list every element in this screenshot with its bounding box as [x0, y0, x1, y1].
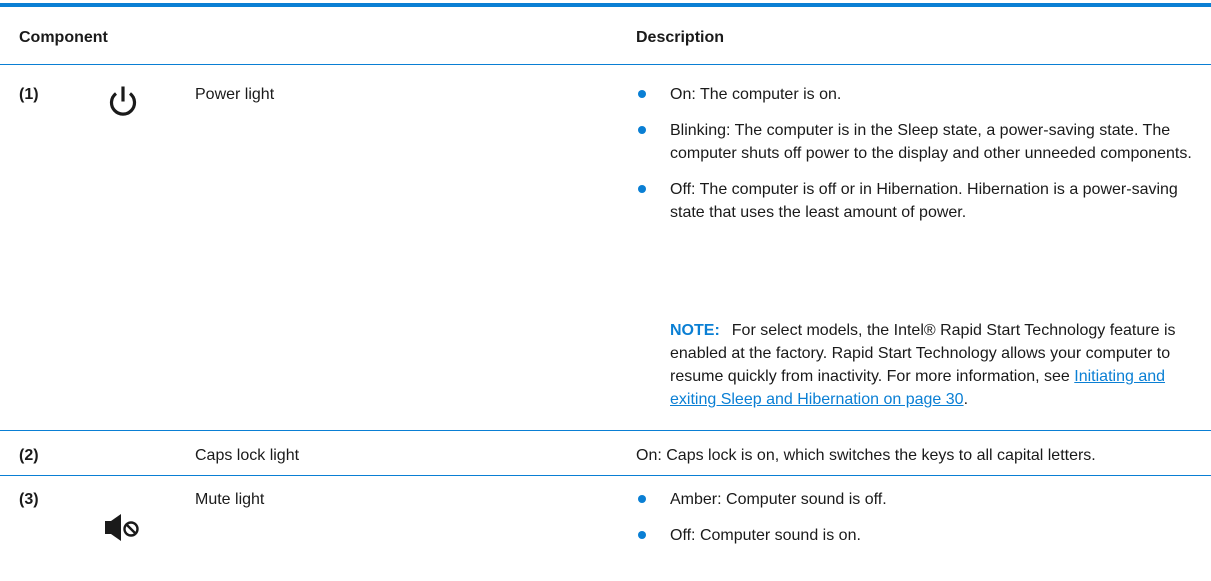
description-list: On: The computer is on. Blinking: The co… — [636, 83, 1196, 237]
row-number: (1) — [19, 86, 39, 103]
description-list: Amber: Computer sound is off. Off: Compu… — [636, 488, 1196, 560]
column-header-description: Description — [636, 29, 725, 46]
component-name: Power light — [195, 86, 275, 103]
list-item: Amber: Computer sound is off. — [636, 488, 1196, 511]
power-icon — [105, 84, 141, 125]
component-name: Caps lock light — [195, 447, 300, 464]
bullet-icon — [638, 126, 646, 134]
component-description: On: Caps lock is on, which switches the … — [636, 447, 1096, 464]
list-item: On: The computer is on. — [636, 83, 1196, 106]
list-item: Blinking: The computer is in the Sleep s… — [636, 119, 1196, 165]
row-number: (3) — [19, 491, 39, 508]
bullet-icon — [638, 495, 646, 503]
bullet-icon — [638, 90, 646, 98]
row-number: (2) — [19, 447, 39, 464]
list-item: Off: The computer is off or in Hibernati… — [636, 178, 1196, 224]
bullet-icon — [638, 531, 646, 539]
list-item: Off: Computer sound is on. — [636, 524, 1196, 547]
note-label: NOTE: — [670, 322, 720, 339]
bullet-icon — [638, 185, 646, 193]
row-divider — [0, 475, 1211, 476]
component-name: Mute light — [195, 491, 265, 508]
note-block: NOTE: For select models, the Intel® Rapid… — [670, 322, 1176, 408]
table-header: Component Description — [0, 7, 1211, 65]
row-divider — [0, 430, 1211, 431]
column-header-component: Component — [19, 29, 108, 46]
mute-speaker-icon — [103, 512, 143, 549]
